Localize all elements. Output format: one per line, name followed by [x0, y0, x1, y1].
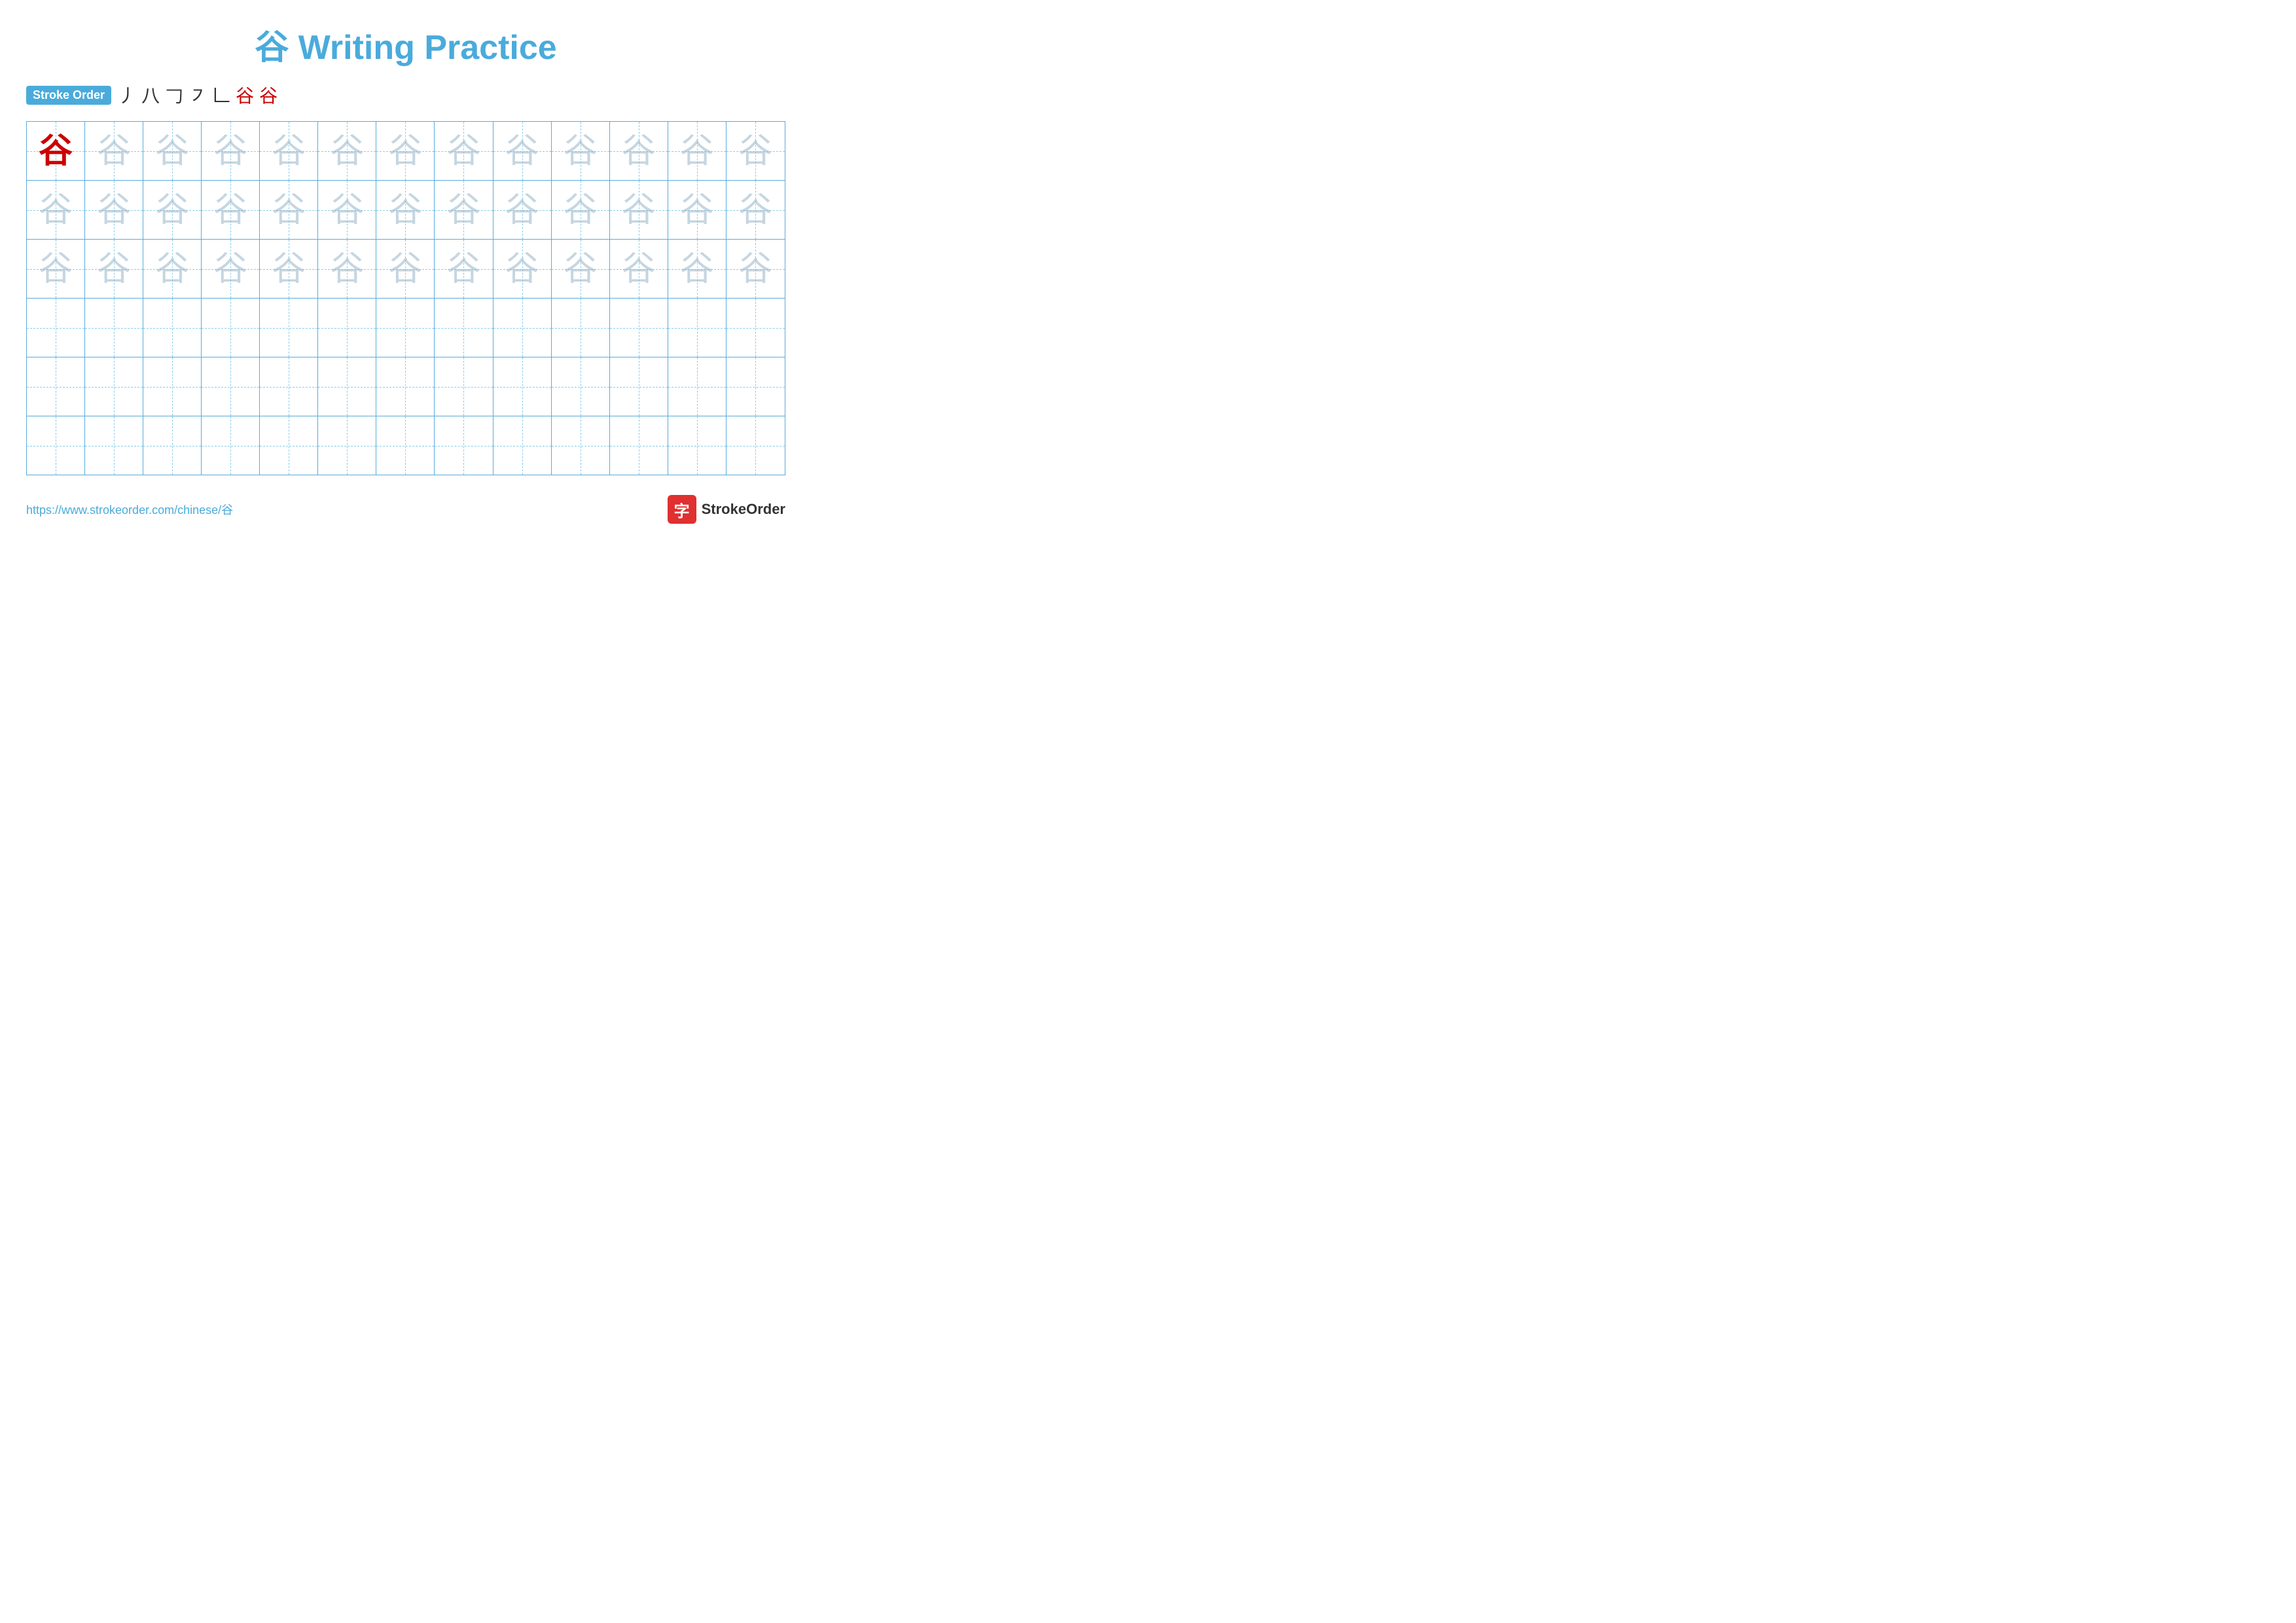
- footer-url[interactable]: https://www.strokeorder.com/chinese/谷: [26, 501, 233, 518]
- grid-cell[interactable]: [143, 299, 202, 357]
- grid-cell[interactable]: [493, 357, 552, 416]
- grid-cell[interactable]: [260, 357, 318, 416]
- grid-cell[interactable]: [552, 357, 610, 416]
- stroke-sequence: 丿 八 𠃌 ㇇ 𠃊 谷 谷: [118, 82, 278, 108]
- footer: https://www.strokeorder.com/chinese/谷 字 …: [26, 495, 785, 524]
- grid-cell[interactable]: 谷: [376, 122, 435, 180]
- grid-cell[interactable]: 谷: [552, 181, 610, 239]
- grid-cell[interactable]: 谷: [726, 122, 785, 180]
- logo-icon: 字: [668, 495, 696, 524]
- grid-cell[interactable]: [726, 357, 785, 416]
- grid-cell[interactable]: 谷: [668, 240, 726, 298]
- grid-cell[interactable]: 谷: [143, 240, 202, 298]
- grid-cell[interactable]: 谷: [260, 122, 318, 180]
- grid-cell[interactable]: [493, 416, 552, 475]
- stroke-order-badge: Stroke Order: [26, 86, 111, 105]
- footer-logo: 字 StrokeOrder: [668, 495, 785, 524]
- grid-cell[interactable]: [202, 357, 260, 416]
- grid-cell[interactable]: [318, 416, 376, 475]
- grid-cell[interactable]: [260, 416, 318, 475]
- grid-cell[interactable]: [318, 357, 376, 416]
- grid-cell[interactable]: 谷: [376, 240, 435, 298]
- grid-cell[interactable]: [143, 416, 202, 475]
- grid-cell[interactable]: [202, 299, 260, 357]
- grid-cell[interactable]: 谷: [493, 181, 552, 239]
- grid-cell[interactable]: [260, 299, 318, 357]
- grid-cell[interactable]: 谷: [610, 122, 668, 180]
- grid-cell[interactable]: [376, 357, 435, 416]
- grid-cell[interactable]: 谷: [143, 122, 202, 180]
- grid-cell[interactable]: [85, 357, 143, 416]
- grid-row-2: 谷谷谷谷谷谷谷谷谷谷谷谷谷: [27, 181, 785, 240]
- grid-cell[interactable]: 谷: [552, 122, 610, 180]
- grid-cell[interactable]: 谷: [376, 181, 435, 239]
- grid-cell[interactable]: [668, 357, 726, 416]
- grid-cell[interactable]: [376, 416, 435, 475]
- grid-cell[interactable]: 谷: [726, 240, 785, 298]
- grid-row-1: 谷谷谷谷谷谷谷谷谷谷谷谷谷: [27, 122, 785, 181]
- grid-cell[interactable]: 谷: [318, 181, 376, 239]
- grid-cell[interactable]: [552, 299, 610, 357]
- grid-row-3: 谷谷谷谷谷谷谷谷谷谷谷谷谷: [27, 240, 785, 299]
- grid-cell[interactable]: [27, 357, 85, 416]
- grid-cell[interactable]: 谷: [260, 181, 318, 239]
- grid-cell[interactable]: 谷: [726, 181, 785, 239]
- grid-cell[interactable]: [143, 357, 202, 416]
- grid-cell[interactable]: [85, 416, 143, 475]
- grid-cell[interactable]: [493, 299, 552, 357]
- grid-cell[interactable]: 谷: [202, 181, 260, 239]
- grid-cell[interactable]: 谷: [85, 181, 143, 239]
- grid-cell[interactable]: [668, 299, 726, 357]
- grid-cell[interactable]: [435, 299, 493, 357]
- grid-cell[interactable]: [610, 357, 668, 416]
- grid-cell[interactable]: 谷: [552, 240, 610, 298]
- grid-row-5: [27, 357, 785, 416]
- grid-cell[interactable]: 谷: [27, 122, 85, 180]
- grid-cell[interactable]: [552, 416, 610, 475]
- grid-cell[interactable]: [610, 299, 668, 357]
- grid-cell[interactable]: 谷: [435, 240, 493, 298]
- grid-cell[interactable]: 谷: [668, 181, 726, 239]
- grid-cell[interactable]: [376, 299, 435, 357]
- grid-cell[interactable]: 谷: [668, 122, 726, 180]
- grid-cell[interactable]: [27, 299, 85, 357]
- grid-cell[interactable]: 谷: [85, 122, 143, 180]
- grid-cell[interactable]: 谷: [610, 181, 668, 239]
- grid-cell[interactable]: 谷: [143, 181, 202, 239]
- grid-cell[interactable]: [318, 299, 376, 357]
- grid-cell[interactable]: 谷: [493, 122, 552, 180]
- grid-cell[interactable]: [435, 357, 493, 416]
- grid-cell[interactable]: 谷: [202, 240, 260, 298]
- grid-cell[interactable]: 谷: [27, 240, 85, 298]
- grid-cell[interactable]: [435, 416, 493, 475]
- grid-cell[interactable]: 谷: [260, 240, 318, 298]
- grid-cell[interactable]: 谷: [435, 181, 493, 239]
- grid-cell[interactable]: [726, 416, 785, 475]
- grid-cell[interactable]: 谷: [85, 240, 143, 298]
- grid-cell[interactable]: 谷: [202, 122, 260, 180]
- grid-cell[interactable]: [27, 416, 85, 475]
- grid-cell[interactable]: [610, 416, 668, 475]
- stroke-order-row: Stroke Order 丿 八 𠃌 ㇇ 𠃊 谷 谷: [26, 82, 785, 108]
- page-title: 谷 Writing Practice: [26, 20, 785, 69]
- grid-cell[interactable]: [85, 299, 143, 357]
- logo-text: StrokeOrder: [702, 501, 785, 518]
- grid-cell[interactable]: 谷: [27, 181, 85, 239]
- grid-cell[interactable]: [668, 416, 726, 475]
- grid-row-6: [27, 416, 785, 475]
- grid-cell[interactable]: [202, 416, 260, 475]
- practice-grid: 谷谷谷谷谷谷谷谷谷谷谷谷谷谷谷谷谷谷谷谷谷谷谷谷谷谷谷谷谷谷谷谷谷谷谷谷谷谷谷: [26, 121, 785, 475]
- grid-cell[interactable]: 谷: [318, 240, 376, 298]
- grid-cell[interactable]: 谷: [318, 122, 376, 180]
- grid-cell[interactable]: 谷: [435, 122, 493, 180]
- grid-cell[interactable]: 谷: [610, 240, 668, 298]
- grid-cell[interactable]: 谷: [493, 240, 552, 298]
- grid-row-4: [27, 299, 785, 357]
- grid-cell[interactable]: [726, 299, 785, 357]
